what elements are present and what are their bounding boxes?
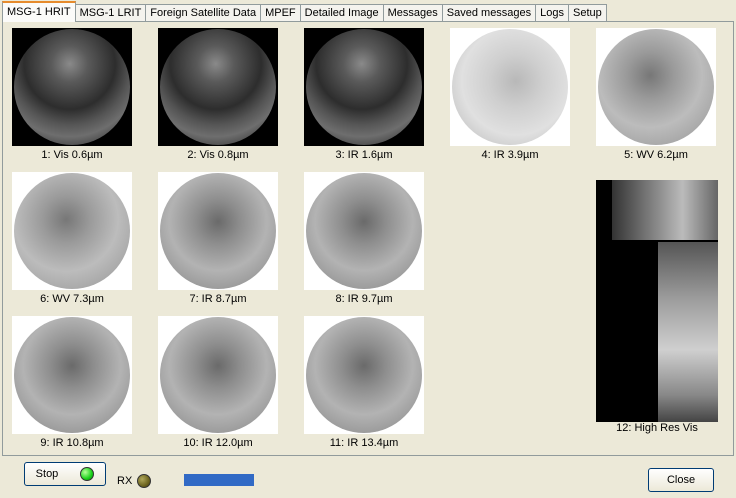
- high-res-vis-image[interactable]: [596, 180, 718, 422]
- channel-image: [158, 28, 278, 146]
- tab-mpef[interactable]: MPEF: [260, 4, 301, 22]
- tab-detailed-image[interactable]: Detailed Image: [299, 4, 384, 22]
- channel-thumb-9[interactable]: 9: IR 10.8µm: [12, 316, 132, 449]
- channel-caption: 10: IR 12.0µm: [183, 437, 253, 449]
- stop-led-icon: [80, 467, 95, 481]
- stop-label: Stop: [35, 468, 59, 480]
- channel-thumb-4[interactable]: 4: IR 3.9µm: [450, 28, 570, 161]
- rx-label: RX: [117, 475, 133, 487]
- tab-logs[interactable]: Logs: [535, 4, 570, 22]
- channel-thumb-11[interactable]: 11: IR 13.4µm: [304, 316, 424, 449]
- channel-thumb-2[interactable]: 2: Vis 0.8µm: [158, 28, 278, 161]
- channel-image: [12, 172, 132, 290]
- channel-thumb-10[interactable]: 10: IR 12.0µm: [158, 316, 278, 449]
- tab-msg1-lrit[interactable]: MSG-1 LRIT: [74, 4, 147, 22]
- high-res-vis-caption: 12: High Res Vis: [616, 422, 698, 434]
- stop-button[interactable]: Stop: [24, 462, 106, 486]
- tab-bar: MSG-1 HRIT MSG-1 LRIT Foreign Satellite …: [2, 1, 607, 22]
- close-button[interactable]: Close: [648, 468, 714, 492]
- channel-caption: 5: WV 6.2µm: [624, 149, 688, 161]
- tab-foreign-satellite-data[interactable]: Foreign Satellite Data: [145, 4, 262, 22]
- close-label: Close: [666, 474, 696, 486]
- channel-image: [304, 172, 424, 290]
- channel-caption: 9: IR 10.8µm: [40, 437, 104, 449]
- hrit-channels-panel: 1: Vis 0.6µm 2: Vis 0.8µm 3: IR 1.6µm 4:…: [2, 21, 734, 456]
- channel-image: [12, 316, 132, 434]
- channel-caption: 6: WV 7.3µm: [40, 293, 104, 305]
- channel-thumb-3[interactable]: 3: IR 1.6µm: [304, 28, 424, 161]
- channel-caption: 11: IR 13.4µm: [329, 437, 399, 449]
- channel-image: [450, 28, 570, 146]
- rx-led-icon: [137, 474, 151, 488]
- channel-caption: 1: Vis 0.6µm: [41, 149, 103, 161]
- channel-thumb-5[interactable]: 5: WV 6.2µm: [596, 28, 716, 161]
- channel-caption: 8: IR 9.7µm: [335, 293, 393, 305]
- tab-messages[interactable]: Messages: [382, 4, 443, 22]
- tab-saved-messages[interactable]: Saved messages: [441, 4, 537, 22]
- progress-bar: [184, 474, 254, 486]
- tab-msg1-hrit[interactable]: MSG-1 HRIT: [2, 1, 76, 22]
- channel-image: [596, 28, 716, 146]
- channel-caption: 3: IR 1.6µm: [335, 149, 393, 161]
- tab-setup[interactable]: Setup: [568, 4, 607, 22]
- channel-thumb-6[interactable]: 6: WV 7.3µm: [12, 172, 132, 305]
- channel-image: [304, 28, 424, 146]
- channel-caption: 7: IR 8.7µm: [189, 293, 247, 305]
- channel-caption: 4: IR 3.9µm: [481, 149, 539, 161]
- channel-image: [304, 316, 424, 434]
- channel-thumb-7[interactable]: 7: IR 8.7µm: [158, 172, 278, 305]
- channel-caption: 2: Vis 0.8µm: [187, 149, 249, 161]
- channel-image: [158, 172, 278, 290]
- channel-thumb-8[interactable]: 8: IR 9.7µm: [304, 172, 424, 305]
- channel-thumb-1[interactable]: 1: Vis 0.6µm: [12, 28, 132, 161]
- channel-image: [12, 28, 132, 146]
- channel-image: [158, 316, 278, 434]
- status-bar: Stop RX Close: [0, 458, 736, 498]
